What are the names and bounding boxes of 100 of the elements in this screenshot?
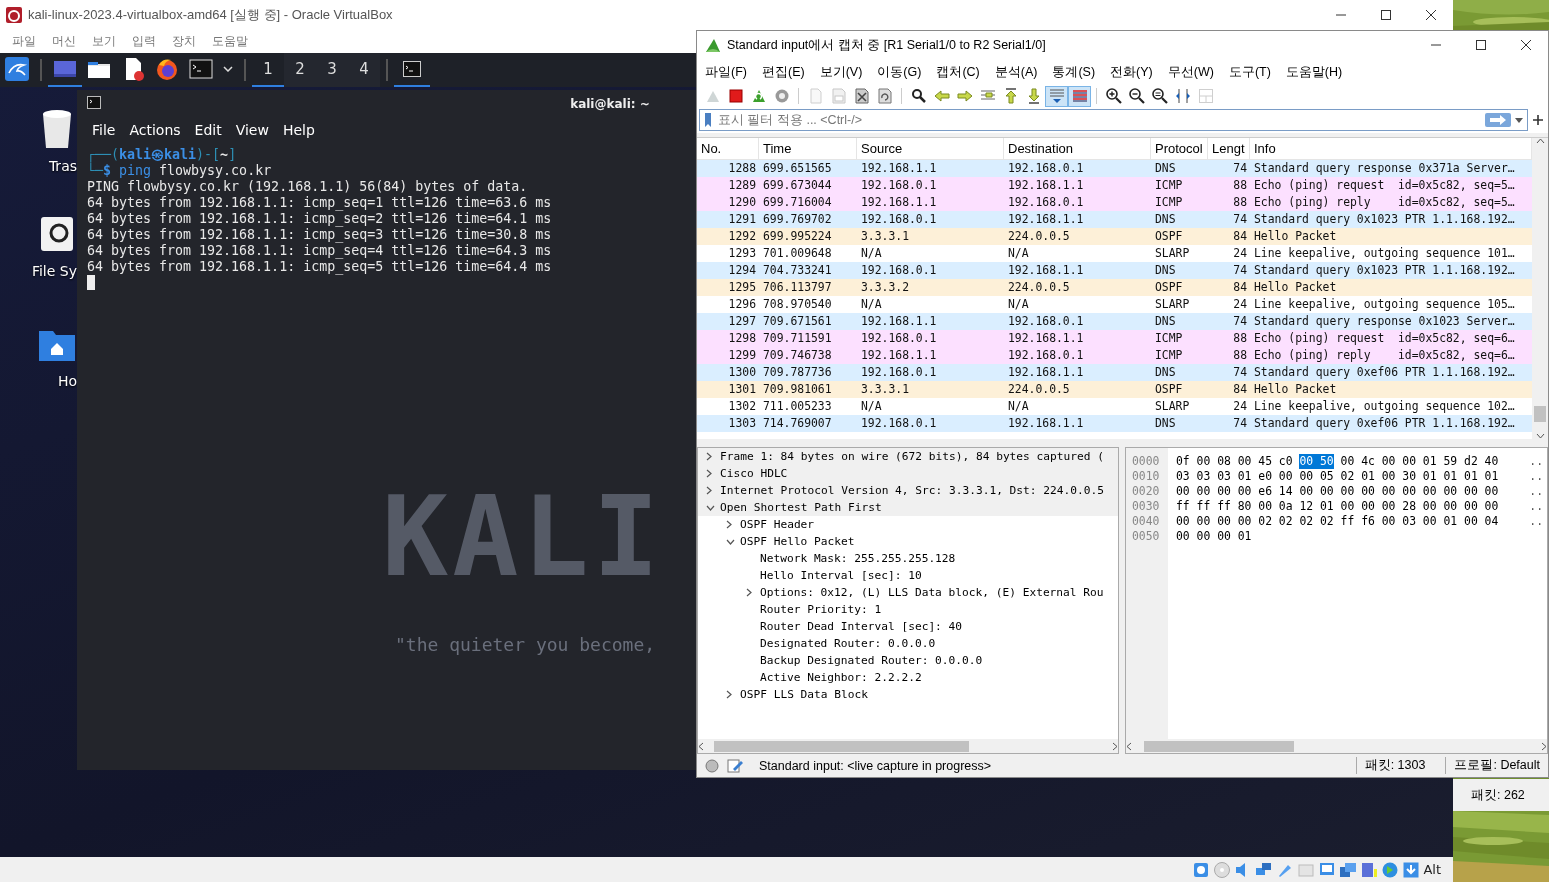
workspace-button[interactable]: 4 (348, 53, 380, 87)
packet-row[interactable]: 1288 699.651565 192.168.1.1 192.168.0.1 DNS 74 Standard query response 0x371a Server… (697, 160, 1532, 177)
scroll-left-icon[interactable] (698, 741, 704, 751)
menu-item[interactable]: File (85, 122, 123, 138)
scroll-right-icon[interactable] (1541, 741, 1547, 751)
scrollbar-thumb[interactable] (1534, 406, 1546, 422)
chevron-down-icon[interactable] (726, 539, 735, 545)
download-icon[interactable] (1402, 860, 1421, 879)
menu-item[interactable]: 보기(V) (813, 63, 869, 81)
workspace-button[interactable]: 3 (316, 53, 348, 87)
column-header[interactable]: No. (697, 138, 759, 159)
scrollbar[interactable] (1126, 739, 1547, 753)
column-header[interactable]: Protocol (1151, 138, 1208, 159)
table-cell-text: N/A (860, 296, 883, 313)
menu-item[interactable]: 입력 (124, 33, 164, 50)
column-header[interactable]: Destination (1004, 138, 1151, 159)
hex-bytes[interactable]: 0f 00 08 00 45 c0 (1176, 454, 1293, 469)
tree-item[interactable]: OSPF Hello Packet (698, 533, 1118, 550)
menu-item[interactable]: Help (275, 122, 322, 138)
menu-item[interactable]: 도구(T) (1222, 63, 1277, 81)
globe-icon[interactable] (1381, 860, 1400, 879)
packet-row[interactable]: 1298 709.711591 192.168.0.1 192.168.1.1 ICMP 88 Echo (ping) request id=0x5c82, seq=6… (697, 330, 1532, 347)
menu-item[interactable]: 보기 (84, 33, 124, 50)
packet-row[interactable]: 1295 706.113797 3.3.3.2 224.0.0.5 OSPF 84 Hello Packet (697, 279, 1532, 296)
packet-row[interactable]: 1292 699.995224 3.3.3.1 224.0.0.5 OSPF 84 Hello Packet (697, 228, 1532, 245)
packet-row[interactable]: 1299 709.746738 192.168.1.1 192.168.0.1 ICMP 88 Echo (ping) reply id=0x5c82, seq=6… (697, 347, 1532, 364)
chevron-right-icon[interactable] (746, 588, 752, 597)
scrollbar[interactable] (698, 739, 1118, 753)
hex-bytes[interactable]: 02 01 00 30 01 01 01 01 (1340, 469, 1499, 484)
capture-status-icon[interactable] (705, 758, 719, 773)
column-header[interactable]: Lengt (1208, 138, 1250, 159)
tree-item[interactable]: Network Mask: 255.255.255.128 (698, 550, 1118, 567)
table-cell-text: SLARP (1154, 296, 1191, 313)
hex-bytes[interactable]: 00 00 00 01 (1176, 529, 1252, 544)
column-header[interactable]: Time (759, 138, 857, 159)
tree-item[interactable]: Frame 1: 84 bytes on wire (672 bits), 84 bytes captured ( (698, 448, 1118, 465)
menu-item[interactable]: Actions (122, 122, 188, 138)
hex-bytes[interactable]: 03 03 03 01 e0 00 00 05 (1176, 469, 1334, 484)
menu-item[interactable]: 장치 (164, 33, 204, 50)
plus-icon[interactable] (1532, 114, 1544, 126)
packet-row[interactable]: 1297 709.671561 192.168.1.1 192.168.0.1 DNS 74 Standard query response 0x1023 Server… (697, 313, 1532, 330)
tree-item[interactable]: Options: 0x12, (L) LLS Data block, (E) External Rou (698, 584, 1118, 601)
tree-item[interactable]: Hello Interval [sec]: 10 (698, 567, 1118, 584)
hex-bytes[interactable]: 00 00 00 00 02 02 02 02 (1176, 514, 1334, 529)
edit-comment-icon[interactable] (727, 757, 743, 774)
tree-item[interactable]: Backup Designated Router: 0.0.0.0 (698, 652, 1118, 669)
packet-row[interactable]: 1294 704.733241 192.168.0.1 192.168.1.1 DNS 74 Standard query 0x1023 PTR 1.1.168.192… (697, 262, 1532, 279)
menu-item[interactable]: 머신 (44, 33, 84, 50)
screens-icon[interactable] (1339, 860, 1358, 879)
tree-item[interactable]: Router Priority: 1 (698, 601, 1118, 618)
scrollbar[interactable] (1532, 138, 1548, 439)
column-header[interactable]: Source (857, 138, 1004, 159)
tree-item[interactable]: Designated Router: 0.0.0.0 (698, 635, 1118, 652)
chevron-right-icon[interactable] (726, 520, 732, 529)
tree-item[interactable]: Internet Protocol Version 4, Src: 3.3.3.1, Dst: 224.0.0.5 (698, 482, 1118, 499)
tree-item[interactable]: OSPF LLS Data Block (698, 686, 1118, 703)
packet-row[interactable]: 1289 699.673044 192.168.0.1 192.168.1.1 ICMP 88 Echo (ping) request id=0x5c82, seq=5… (697, 177, 1532, 194)
chevron-right-icon[interactable] (726, 690, 732, 699)
tree-item[interactable]: Router Dead Interval [sec]: 40 (698, 618, 1118, 635)
menu-item[interactable]: 편집(E) (755, 63, 811, 81)
menu-item[interactable]: View (228, 122, 276, 138)
menu-item[interactable]: 전화(Y) (1104, 63, 1159, 81)
toolbar-button[interactable] (1045, 85, 1068, 107)
profile-label[interactable]: 프로필: Default (1445, 757, 1548, 774)
close-file-icon (853, 88, 870, 104)
packet-row[interactable]: 1301 709.981061 3.3.3.1 224.0.0.5 OSPF 84 Hello Packet (697, 381, 1532, 398)
hex-bytes[interactable]: 00 50 (1299, 454, 1334, 469)
scroll-left-icon[interactable] (1126, 741, 1132, 751)
menu-item[interactable]: 도움말 (204, 33, 256, 50)
hex-bytes[interactable]: 00 00 00 00 e6 14 00 00 (1176, 484, 1334, 499)
menu-item[interactable]: 이동(G) (871, 63, 928, 81)
packet-row[interactable]: 1291 699.769702 192.168.0.1 192.168.1.1 DNS 74 Standard query 0x1023 PTR 1.1.168.192… (697, 211, 1532, 228)
menu-item[interactable]: 분석(A) (988, 63, 1044, 81)
chevron-down-icon[interactable] (706, 505, 715, 511)
packet-row[interactable]: 1290 699.716004 192.168.1.1 192.168.0.1 ICMP 88 Echo (ping) reply id=0x5c82, seq=5… (697, 194, 1532, 211)
menu-item[interactable]: Edit (187, 122, 229, 138)
scrollbar-thumb[interactable] (714, 741, 969, 752)
menu-item[interactable]: 통계(S) (1046, 63, 1102, 81)
scrollbar-thumb[interactable] (1144, 741, 1294, 752)
packet-row[interactable]: 1300 709.787736 192.168.0.1 192.168.1.1 DNS 74 Standard query 0xef06 PTR 1.1.168.192… (697, 364, 1532, 381)
tree-item[interactable]: OSPF Header (698, 516, 1118, 533)
tree-item[interactable]: Cisco HDLC (698, 465, 1118, 482)
hex-bytes[interactable]: ff f6 00 03 00 01 00 04 (1340, 514, 1499, 529)
hex-bytes[interactable]: 00 00 00 28 00 00 00 00 (1340, 499, 1499, 514)
menu-item[interactable]: 도움말(H) (1279, 63, 1349, 81)
workspace-button[interactable]: 2 (284, 53, 316, 87)
menu-item[interactable]: 파일(F) (699, 63, 753, 81)
menu-item[interactable]: 무선(W) (1161, 63, 1220, 81)
scroll-down-icon[interactable] (1535, 433, 1545, 439)
scroll-right-icon[interactable] (1112, 741, 1118, 751)
hex-bytes[interactable]: 00 4c 00 00 01 59 d2 40 (1340, 454, 1499, 469)
tree-item[interactable]: Open Shortest Path First (698, 499, 1118, 516)
menu-item[interactable]: 파일 (4, 33, 44, 50)
tree-item[interactable]: Active Neighbor: 2.2.2.2 (698, 669, 1118, 686)
hex-bytes[interactable]: 00 00 00 00 00 00 00 00 (1340, 484, 1499, 499)
menu-item[interactable]: 캡처(C) (930, 63, 986, 81)
packet-row[interactable]: 1303 714.769007 192.168.0.1 192.168.1.1 DNS 74 Standard query 0xef06 PTR 1.1.168.192… (697, 415, 1532, 432)
filter-bar[interactable]: 표시 필터 적용 ... <Ctrl-/> (699, 109, 1528, 131)
scroll-up-icon[interactable] (1535, 138, 1545, 144)
hex-bytes[interactable]: ff ff ff 80 00 0a 12 01 (1176, 499, 1334, 514)
